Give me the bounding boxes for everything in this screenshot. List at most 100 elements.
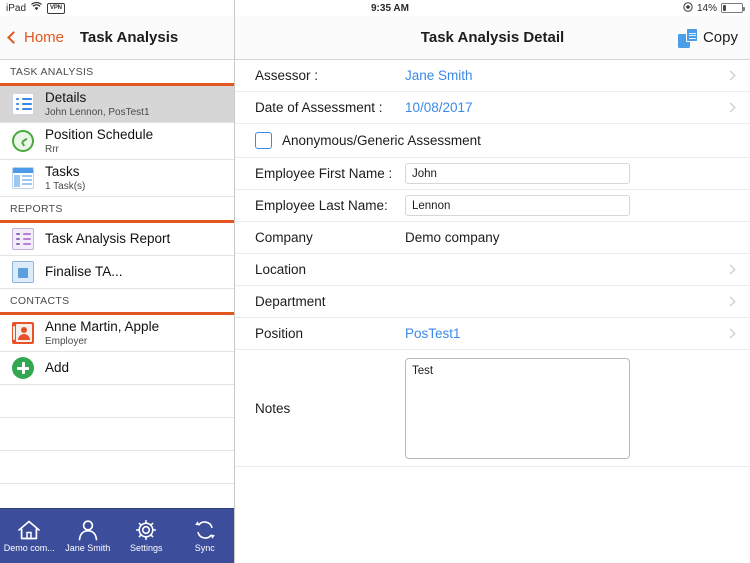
sidebar-list: TASK ANALYSIS Details John Lennon, PosTe… [0,60,234,508]
last-name-label: Employee Last Name: [255,198,388,213]
chevron-right-icon [725,264,736,275]
tab-sync[interactable]: Sync [176,519,235,553]
battery-percent-label: 14% [696,2,717,14]
sidebar-item-sublabel: John Lennon, PosTest1 [45,106,150,118]
first-name-input[interactable] [405,163,630,184]
sidebar-title: Task Analysis [79,29,179,46]
sidebar-item-label: Task Analysis Report [45,231,171,247]
assessor-value: Jane Smith [405,68,473,83]
row-anonymous-assessment[interactable]: Anonymous/Generic Assessment [235,124,750,158]
clock-icon [12,130,34,153]
position-value: PosTest1 [405,326,461,341]
chevron-right-icon [725,70,736,81]
sidebar-item-task-analysis-report[interactable]: Task Analysis Report [0,223,234,257]
home-icon [17,519,41,541]
sidebar-item-label: Tasks [45,164,80,180]
copy-button[interactable]: Copy [677,27,738,48]
status-bar-right: 14% [450,1,750,15]
sidebar-nav-bar: Home Task Analysis [0,16,234,60]
bottom-tab-bar: Demo com... Jane Smith Settings Sync [0,508,234,563]
document-icon [12,261,34,284]
tab-jane-smith[interactable]: Jane Smith [59,519,118,553]
sidebar-item-contact-anne-martin[interactable]: Anne Martin, Apple Employer [0,315,234,353]
anonymous-checkbox[interactable] [255,132,272,149]
tab-demo-company[interactable]: Demo com... [0,519,59,553]
notes-textarea[interactable] [405,357,630,459]
date-value: 10/08/2017 [405,100,473,115]
tab-label: Demo com... [3,543,55,553]
location-services-icon [683,1,693,15]
contact-card-icon [12,322,34,345]
add-icon [12,357,34,380]
sidebar-item-add-contact[interactable]: Add [0,352,234,386]
row-employee-last-name: Employee Last Name: [235,190,750,222]
section-header-task-analysis: TASK ANALYSIS [0,60,234,83]
row-date-of-assessment[interactable]: Date of Assessment : 10/08/2017 [235,92,750,124]
sidebar-item-finalise-ta[interactable]: Finalise TA... [0,256,234,290]
back-home-label: Home [24,29,65,46]
sidebar: Home Task Analysis TASK ANALYSIS Details… [0,0,235,563]
sync-icon [193,519,217,541]
sidebar-item-sublabel: 1 Task(s) [45,180,86,192]
sidebar-empty-row [0,418,234,452]
sidebar-item-tasks[interactable]: Tasks 1 Task(s) [0,160,234,198]
row-employee-first-name: Employee First Name : [235,158,750,190]
row-notes: Notes [235,350,750,467]
location-label: Location [255,262,307,277]
position-label: Position [255,326,304,341]
tab-label: Settings [129,543,163,553]
company-value: Demo company [405,230,500,245]
sidebar-item-details[interactable]: Details John Lennon, PosTest1 [0,86,234,124]
tab-label: Sync [194,543,215,553]
chevron-right-icon [725,102,736,113]
row-department[interactable]: Department [235,286,750,318]
date-label: Date of Assessment : [255,100,383,115]
person-icon [76,519,100,541]
vpn-icon: VPN [47,2,65,14]
tab-label: Jane Smith [65,543,111,553]
detail-form: Assessor : Jane Smith Date of Assessment… [235,60,750,563]
company-label: Company [255,230,313,245]
sidebar-empty-row [0,385,234,419]
ipad-app-screen: iPad VPN 9:35 AM 14% Home Task Analysis [0,0,750,563]
last-name-input[interactable] [405,195,630,216]
table-icon [12,167,34,190]
row-company: Company Demo company [235,222,750,254]
chevron-right-icon [725,296,736,307]
back-home-button[interactable]: Home [0,29,64,46]
sidebar-item-sublabel: Employer [45,335,88,347]
status-bar: iPad VPN 9:35 AM 14% [0,0,750,16]
row-position[interactable]: Position PosTest1 [235,318,750,350]
gear-icon [134,519,158,541]
tab-settings[interactable]: Settings [117,519,176,553]
notes-label: Notes [255,400,291,416]
detail-nav-bar: Task Analysis Detail Copy [235,16,750,60]
sidebar-empty-row [0,451,234,485]
row-assessor[interactable]: Assessor : Jane Smith [235,60,750,92]
sidebar-item-sublabel: Rrr [45,143,59,155]
battery-icon [721,3,745,13]
status-bar-clock: 9:35 AM [371,2,409,14]
report-icon [12,228,34,251]
chevron-right-icon [725,328,736,339]
sidebar-item-position-schedule[interactable]: Position Schedule Rrr [0,123,234,161]
row-location[interactable]: Location [235,254,750,286]
assessor-label: Assessor : [255,68,319,83]
sidebar-item-label: Finalise TA... [45,264,123,280]
anonymous-label: Anonymous/Generic Assessment [282,133,481,148]
status-bar-left: iPad VPN [0,2,330,14]
department-label: Department [255,294,326,309]
chevron-left-icon [7,31,20,44]
sidebar-item-label: Details [45,90,87,105]
page-title: Task Analysis Detail [420,29,565,46]
detail-panel: Task Analysis Detail Copy Assessor : Jan… [235,0,750,563]
list-icon [12,93,34,115]
sidebar-empty-row [0,484,234,508]
sidebar-item-label: Anne Martin, Apple [45,319,160,335]
device-label: iPad [6,2,27,14]
wifi-icon [31,2,42,14]
first-name-label: Employee First Name : [255,166,393,181]
copy-button-label: Copy [702,29,738,46]
sidebar-item-label: Add [45,360,70,376]
sidebar-item-label: Position Schedule [45,127,154,143]
